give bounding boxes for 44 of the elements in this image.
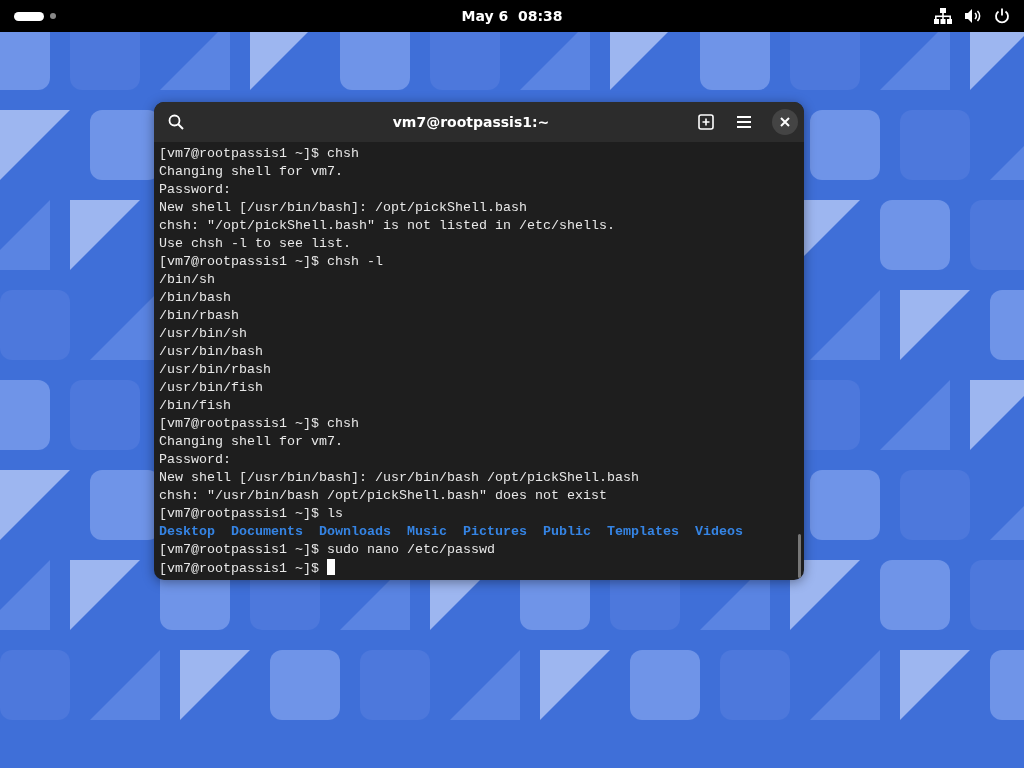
terminal-line: Password: [159, 181, 232, 199]
terminal-line: [vm7@rootpassis1 ~]$ ls [159, 505, 344, 523]
directory-name: Music [406, 523, 447, 541]
terminal-line: /usr/bin/fish [159, 379, 264, 397]
terminal-line: Changing shell for vm7. [159, 163, 344, 181]
terminal-line: [vm7@rootpassis1 ~]$ chsh [159, 415, 360, 433]
directory-name: Public [542, 523, 591, 541]
terminal-line: New shell [/usr/bin/bash]: /opt/pickShell.bash [159, 199, 528, 217]
clock[interactable]: May 6 08:38 [461, 8, 563, 24]
terminal-line: [vm7@rootpassis1 ~]$ chsh [159, 145, 360, 163]
window-title: vm7@rootpassis1:~ [391, 114, 551, 130]
terminal-prompt: [vm7@rootpassis1 ~]$ [159, 561, 319, 576]
terminal-line: /bin/fish [159, 397, 232, 415]
directory-name: Videos [694, 523, 743, 541]
directory-name: Documents [231, 523, 303, 541]
text-cursor [326, 559, 335, 575]
terminal-line: /usr/bin/rbash [159, 361, 272, 379]
directory-name: Templates [606, 523, 679, 541]
terminal-line: /bin/rbash [159, 307, 240, 325]
plus-square-icon [698, 114, 714, 130]
power-icon[interactable] [994, 8, 1010, 24]
terminal-line: /usr/bin/sh [159, 325, 248, 343]
directory-name: Downloads [319, 523, 391, 541]
directory-name: Pictures [462, 523, 527, 541]
terminal-line: Password: [159, 451, 232, 469]
terminal-line: chsh: "/usr/bin/bash /opt/pickShell.bash" does not exist [159, 487, 608, 505]
terminal-line: /bin/bash [159, 289, 232, 307]
close-button[interactable] [772, 109, 798, 135]
scrollbar-thumb[interactable] [798, 534, 801, 578]
volume-icon[interactable] [964, 8, 982, 24]
search-icon [168, 114, 184, 130]
terminal-line: [vm7@rootpassis1 ~]$ sudo nano /etc/passwd [159, 541, 496, 559]
terminal-line: /usr/bin/bash [159, 343, 264, 361]
terminal-line: Changing shell for vm7. [159, 433, 344, 451]
terminal-line: chsh: "/opt/pickShell.bash" is not listed in /etc/shells. [159, 217, 616, 235]
terminal-line: [vm7@rootpassis1 ~]$ chsh -l [159, 253, 384, 271]
terminal-line: /bin/sh [159, 271, 216, 289]
network-icon[interactable] [934, 8, 952, 24]
menu-icon [736, 115, 752, 129]
directory-name: Desktop [159, 523, 215, 541]
terminal-line: New shell [/usr/bin/bash]: /usr/bin/bash /opt/pickShell.bash [159, 469, 640, 487]
workspace-indicator[interactable] [14, 11, 44, 21]
terminal-line: Use chsh -l to see list. [159, 235, 352, 253]
close-icon [780, 117, 790, 127]
